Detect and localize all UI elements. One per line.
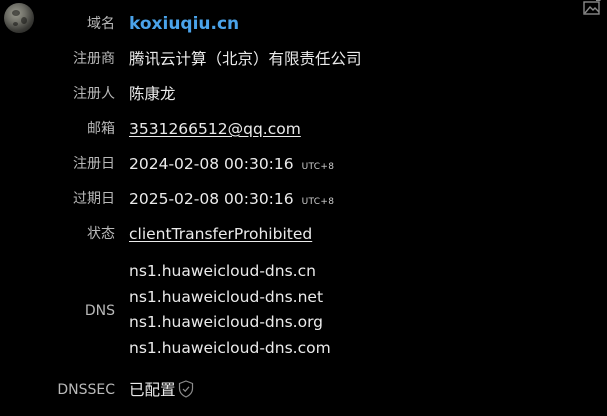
dnssec-label: DNSSEC xyxy=(57,382,115,398)
created-value-wrap: 2024-02-08 00:30:16 UTC+8 xyxy=(129,150,334,178)
domain-label: 域名 xyxy=(87,16,115,32)
status-link[interactable]: clientTransferProhibited xyxy=(129,220,312,248)
registrant-value: 陈康龙 xyxy=(129,85,176,103)
registrar-label: 注册商 xyxy=(73,51,115,67)
status-row: 状态 clientTransferProhibited xyxy=(0,220,607,248)
email-label: 邮箱 xyxy=(87,121,115,137)
registrant-label: 注册人 xyxy=(73,86,115,102)
dns-server-item: ns1.huaweicloud-dns.com xyxy=(129,338,331,357)
registrant-row: 注册人 陈康龙 xyxy=(0,80,607,108)
domain-row: 域名 koxiuqiu.cn xyxy=(0,10,607,38)
registrar-row: 注册商 腾讯云计算（北京）有限责任公司 xyxy=(0,45,607,73)
dnssec-value-wrap: 已配置 xyxy=(129,376,194,404)
shield-icon xyxy=(178,380,193,398)
dns-row: DNS ns1.huaweicloud-dns.cn ns1.huaweiclo… xyxy=(0,259,607,363)
dns-label: DNS xyxy=(84,303,115,319)
dns-server-list: ns1.huaweicloud-dns.cn ns1.huaweicloud-d… xyxy=(129,259,331,361)
created-date: 2024-02-08 00:30:16 xyxy=(129,155,294,173)
created-timezone: UTC+8 xyxy=(301,162,335,172)
dnssec-value: 已配置 xyxy=(129,381,176,399)
expires-row: 过期日 2025-02-08 00:30:16 UTC+8 xyxy=(0,185,607,213)
expires-label: 过期日 xyxy=(73,191,115,207)
dns-server-item: ns1.huaweicloud-dns.cn xyxy=(129,262,316,280)
email-row: 邮箱 3531266512@qq.com xyxy=(0,115,607,143)
registrar-value: 腾讯云计算（北京）有限责任公司 xyxy=(129,50,362,68)
dns-server-item: ns1.huaweicloud-dns.net xyxy=(129,287,324,306)
domain-value[interactable]: koxiuqiu.cn xyxy=(129,10,239,38)
dnssec-row: DNSSEC 已配置 xyxy=(0,376,607,404)
created-row: 注册日 2024-02-08 00:30:16 UTC+8 xyxy=(0,150,607,178)
created-label: 注册日 xyxy=(73,156,115,172)
expires-date: 2025-02-08 00:30:16 xyxy=(129,190,294,208)
status-label: 状态 xyxy=(87,226,115,242)
email-link[interactable]: 3531266512@qq.com xyxy=(129,115,301,143)
dns-server-item: ns1.huaweicloud-dns.org xyxy=(129,313,324,331)
expires-value-wrap: 2025-02-08 00:30:16 UTC+8 xyxy=(129,185,334,213)
expires-timezone: UTC+8 xyxy=(301,197,335,207)
